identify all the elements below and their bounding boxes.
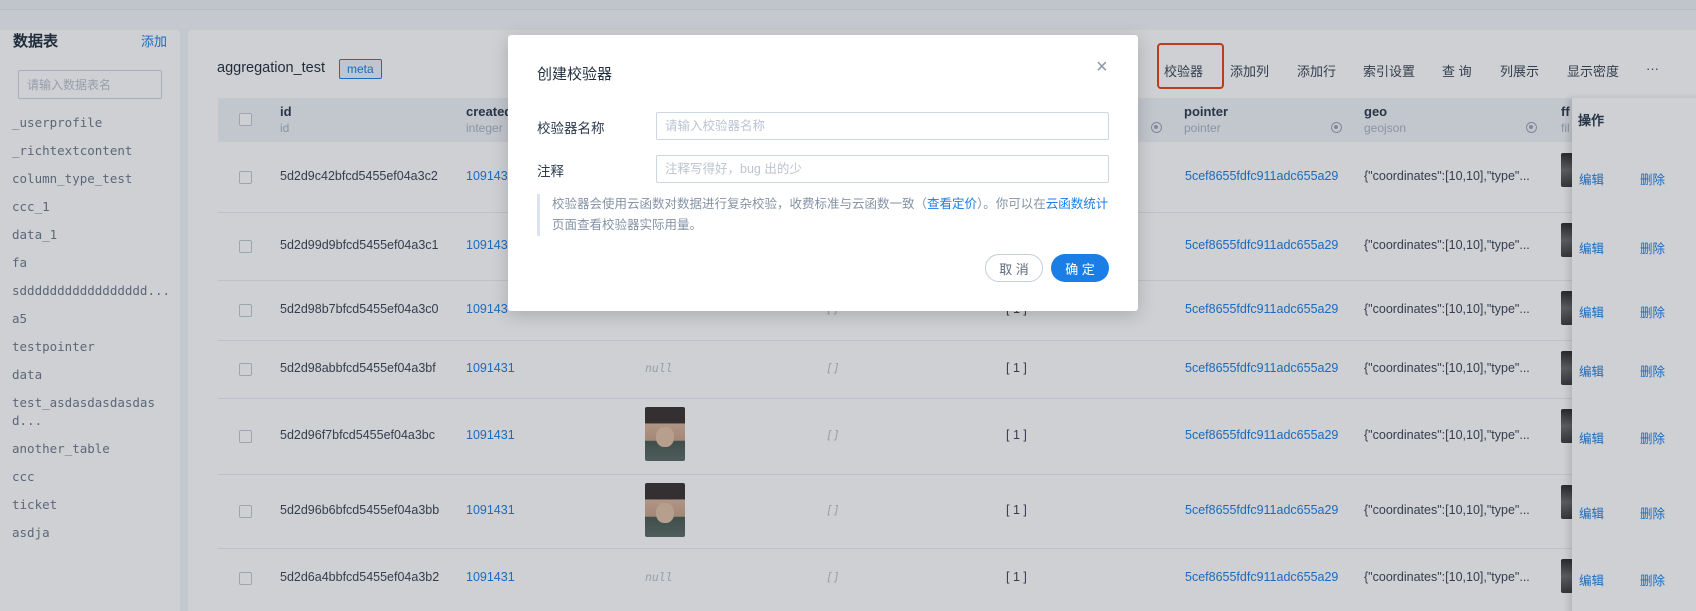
comment-label: 注释 <box>537 164 564 179</box>
close-icon[interactable]: × <box>1096 57 1108 77</box>
pricing-link[interactable]: 查看定价 <box>927 197 977 211</box>
note-text: 页面查看校验器实际用量。 <box>552 218 703 232</box>
validator-name-input[interactable] <box>656 112 1109 140</box>
validator-name-label: 校验器名称 <box>537 121 605 136</box>
create-validator-dialog: 创建校验器 × 校验器名称 注释 校验器会使用云函数对数据进行复杂校验，收费标准… <box>508 35 1138 311</box>
cloud-function-stats-link[interactable]: 云函数统计 <box>1046 197 1109 211</box>
comment-input[interactable] <box>656 155 1109 183</box>
validator-note: 校验器会使用云函数对数据进行复杂校验，收费标准与云函数一致（查看定价）。你可以在… <box>537 194 1110 236</box>
note-text: ）。你可以在 <box>977 197 1046 211</box>
confirm-button[interactable]: 确 定 <box>1051 254 1109 282</box>
cancel-button[interactable]: 取 消 <box>985 254 1043 282</box>
dialog-title: 创建校验器 <box>537 66 613 83</box>
note-text: 校验器会使用云函数对数据进行复杂校验，收费标准与云函数一致（ <box>552 197 928 211</box>
